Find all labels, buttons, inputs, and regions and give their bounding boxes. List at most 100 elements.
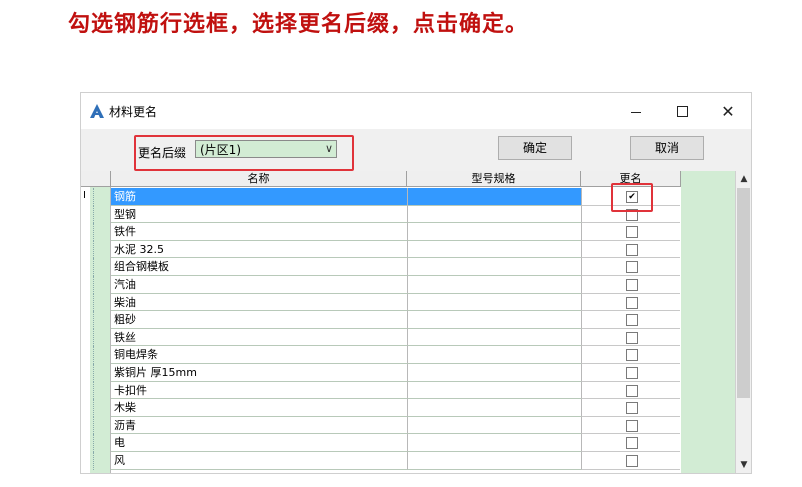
cell-spec[interactable] (407, 452, 581, 470)
rename-checkbox[interactable] (626, 226, 638, 239)
cell-material-name[interactable]: 电 (111, 434, 407, 452)
cell-spec[interactable] (407, 434, 581, 452)
row-indicator (81, 416, 111, 435)
cell-spec[interactable] (407, 364, 581, 382)
table-row[interactable]: 粗砂 (81, 311, 681, 329)
rename-checkbox[interactable] (626, 243, 638, 256)
cell-rename (581, 223, 680, 241)
header-corner (81, 171, 111, 187)
cell-spec[interactable] (407, 311, 581, 329)
header-spec[interactable]: 型号规格 (407, 171, 581, 187)
table-row[interactable]: 紫铜片 厚15mm (81, 364, 681, 382)
rename-checkbox[interactable] (626, 437, 638, 450)
row-indicator (81, 258, 111, 276)
minimize-button[interactable] (613, 93, 659, 129)
table-row[interactable]: 汽油 (81, 276, 681, 294)
header-name[interactable]: 名称 (111, 171, 407, 187)
maximize-icon (676, 105, 688, 117)
table-row[interactable]: 电 (81, 434, 681, 452)
row-indicator (81, 293, 111, 312)
cell-material-name[interactable]: 风 (111, 452, 407, 470)
suffix-highlight-box (134, 135, 354, 171)
close-button[interactable]: ✕ (705, 93, 751, 129)
rename-checkbox[interactable] (626, 314, 638, 327)
table-row[interactable]: 组合钢模板 (81, 258, 681, 276)
table-row[interactable]: 水泥 32.5 (81, 240, 681, 259)
cell-spec[interactable] (407, 258, 581, 276)
scroll-up-icon[interactable]: ▲ (736, 171, 751, 187)
tree-line (93, 364, 98, 382)
rename-checkbox[interactable] (626, 279, 638, 291)
cell-material-name[interactable]: 铁丝 (111, 329, 407, 347)
cell-material-name[interactable]: 粗砂 (111, 311, 407, 329)
cell-material-name[interactable]: 汽油 (111, 276, 407, 294)
table-row[interactable]: 风 (81, 452, 681, 470)
rename-checkbox[interactable] (626, 296, 638, 309)
table-row[interactable]: 木柴 (81, 399, 681, 417)
table-row[interactable]: 型钢 (81, 205, 681, 224)
cell-spec[interactable] (407, 240, 581, 259)
rename-checkbox[interactable] (626, 455, 638, 467)
minimize-icon (631, 111, 641, 113)
cell-spec[interactable] (407, 399, 581, 417)
cell-material-name[interactable]: 卡扣件 (111, 382, 407, 400)
table-row[interactable]: I 钢筋 ✔ (81, 188, 681, 206)
cell-material-name[interactable]: 组合钢模板 (111, 258, 407, 276)
table-row[interactable]: 铁丝 (81, 328, 681, 347)
cell-spec[interactable] (407, 188, 581, 206)
maximize-button[interactable] (659, 93, 705, 129)
rename-checkbox[interactable] (626, 402, 638, 415)
cell-spec[interactable] (407, 205, 581, 224)
cell-material-name[interactable]: 铜电焊条 (111, 346, 407, 364)
tree-line (93, 381, 98, 400)
cell-material-name[interactable]: 柴油 (111, 294, 407, 312)
vertical-scrollbar[interactable]: ▲ ▼ (735, 171, 751, 473)
cell-material-name[interactable]: 钢筋 (111, 188, 407, 206)
row-indicator (81, 452, 111, 470)
table-row[interactable]: 铁件 (81, 223, 681, 241)
cell-spec[interactable] (407, 328, 581, 347)
cell-rename (581, 399, 680, 417)
instruction-caption: 勾选钢筋行选框，选择更名后缀，点击确定。 (68, 12, 529, 37)
rename-checkbox[interactable] (626, 261, 638, 274)
rename-checkbox[interactable] (626, 419, 638, 432)
table-row[interactable]: 铜电焊条 (81, 346, 681, 364)
cell-material-name[interactable]: 型钢 (111, 206, 407, 224)
scroll-down-icon[interactable]: ▼ (736, 457, 751, 473)
row-indicator: I (81, 188, 111, 206)
ok-button[interactable]: 确定 (498, 136, 572, 160)
tree-line (93, 240, 98, 259)
table-row[interactable]: 沥青 (81, 416, 681, 435)
tree-line (93, 311, 98, 329)
cell-spec[interactable] (407, 416, 581, 435)
cell-material-name[interactable]: 木柴 (111, 399, 407, 417)
cancel-button[interactable]: 取消 (630, 136, 704, 160)
table-row[interactable]: 柴油 (81, 293, 681, 312)
rename-checkbox[interactable] (626, 331, 638, 344)
cell-spec[interactable] (407, 276, 581, 294)
rename-checkbox[interactable] (626, 367, 638, 379)
cell-rename (581, 346, 680, 364)
tree-line (93, 328, 98, 347)
tree-line (93, 452, 98, 470)
cell-spec[interactable] (407, 223, 581, 241)
cell-spec[interactable] (407, 346, 581, 364)
grid-empty-area (681, 171, 735, 473)
cell-rename (581, 240, 680, 259)
rename-checkbox[interactable] (626, 349, 638, 362)
table-row[interactable]: 卡扣件 (81, 381, 681, 400)
window-title: 材料更名 (109, 105, 158, 119)
cell-spec[interactable] (407, 293, 581, 312)
tree-line (93, 188, 98, 206)
cell-rename (581, 364, 680, 382)
scroll-thumb[interactable] (737, 188, 750, 398)
cell-material-name[interactable]: 沥青 (111, 417, 407, 435)
row-indicator (81, 240, 111, 259)
cell-material-name[interactable]: 水泥 32.5 (111, 241, 407, 259)
row-indicator (81, 364, 111, 382)
tree-line (93, 416, 98, 435)
cell-spec[interactable] (407, 381, 581, 400)
rename-checkbox[interactable] (626, 384, 638, 397)
cell-material-name[interactable]: 铁件 (111, 223, 407, 241)
cell-material-name[interactable]: 紫铜片 厚15mm (111, 364, 407, 382)
